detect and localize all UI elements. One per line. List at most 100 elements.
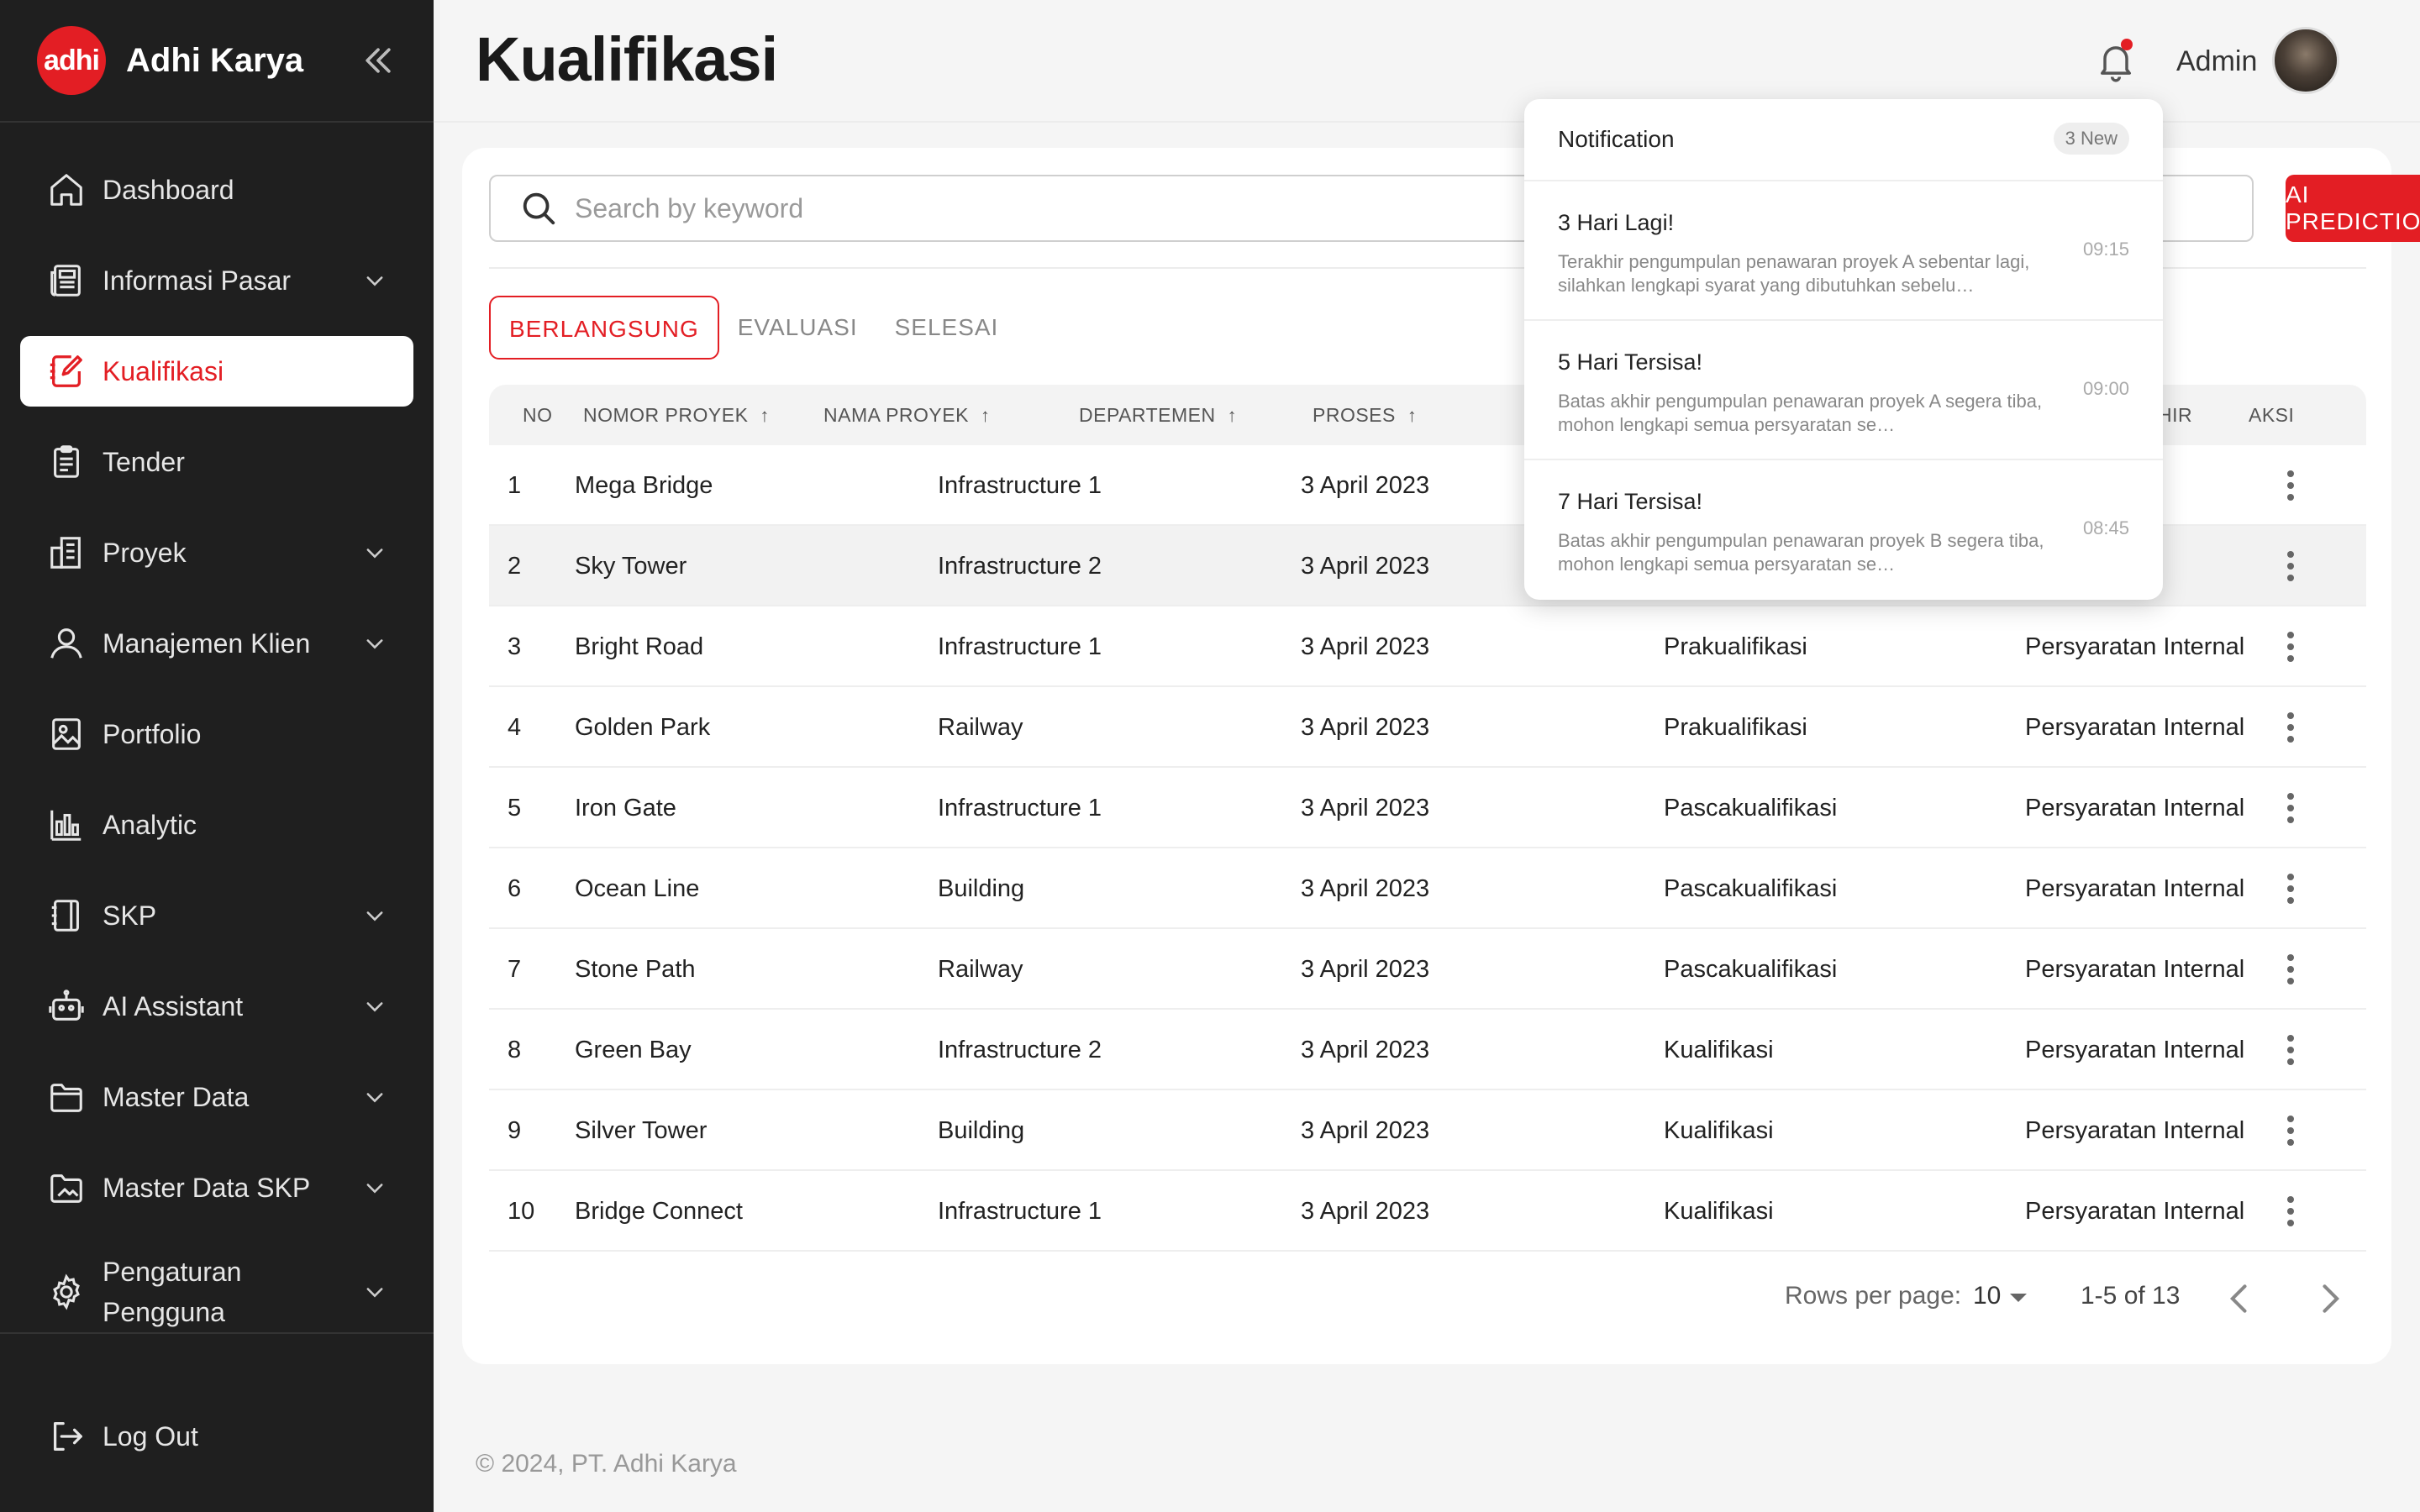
sidebar-item-skp[interactable]: SKP — [20, 880, 413, 951]
cell-nomor-proyek: Iron Gate — [575, 795, 676, 822]
tab-berlangsung[interactable]: BERLANGSUNG — [489, 296, 719, 360]
table-row[interactable]: 5 Iron Gate Infrastructure 1 3 April 2023 Pa… — [489, 768, 2366, 848]
notification-item[interactable]: 5 Hari Tersisa! Batas akhir pengumpulan … — [1524, 321, 2163, 460]
col-header-no: NO — [523, 385, 553, 445]
more-options-icon[interactable] — [2284, 954, 2297, 984]
table-row[interactable]: 7 Stone Path Railway 3 April 2023 Pascakuali… — [489, 929, 2366, 1010]
sidebar-item-dashboard[interactable]: Dashboard — [20, 155, 413, 225]
cell-persyaratan: Persyaratan Internal — [2025, 714, 2245, 741]
rows-per-page-label: Rows per page: — [1785, 1282, 1962, 1310]
table-row[interactable]: 3 Bright Road Infrastructure 1 3 April 2023… — [489, 606, 2366, 687]
more-options-icon[interactable] — [2284, 1116, 2297, 1146]
col-header-aksi: AKSI — [2249, 385, 2294, 445]
cell-departemen: 3 April 2023 — [1301, 553, 1430, 580]
sidebar-item-manajemen-klien[interactable]: Manajemen Klien — [20, 608, 413, 679]
cell-nama-proyek: Infrastructure 2 — [938, 1037, 1102, 1063]
cell-persyaratan: Persyaratan Internal — [2025, 633, 2245, 660]
notification-item[interactable]: 7 Hari Tersisa! Batas akhir pengumpulan … — [1524, 460, 2163, 600]
collapse-sidebar-icon[interactable] — [360, 42, 397, 79]
notification-item-title: 5 Hari Tersisa! — [1558, 349, 1703, 375]
sidebar-item-proyek[interactable]: Proyek — [20, 517, 413, 588]
notification-title: Notification — [1558, 126, 1675, 152]
sidebar-item-pengaturan-pengguna[interactable]: Pengaturan Pengguna — [20, 1243, 413, 1341]
rows-per-page-select[interactable]: 10 — [1973, 1282, 2001, 1310]
avatar[interactable] — [2272, 27, 2339, 94]
cell-persyaratan: Persyaratan Internal — [2025, 795, 2245, 822]
col-header-label: NAMA PROYEK — [823, 404, 969, 426]
clipboard-list-icon — [47, 443, 86, 481]
chevron-right-icon[interactable] — [2311, 1277, 2348, 1320]
col-header-nama-proyek[interactable]: NAMA PROYEK ↑ — [823, 385, 990, 445]
search-icon — [523, 192, 555, 225]
more-options-icon[interactable] — [2284, 1035, 2297, 1065]
sidebar-divider — [0, 1332, 434, 1334]
cell-proses: Kualifikasi — [1664, 1198, 1774, 1225]
col-header-proses[interactable]: PROSES ↑ — [1313, 385, 1417, 445]
cell-no: 9 — [508, 1117, 522, 1144]
notification-item[interactable]: 3 Hari Lagi! Terakhir pengumpulan penawa… — [1524, 181, 2163, 321]
sidebar-item-portfolio[interactable]: Portfolio — [20, 699, 413, 769]
chevron-down-icon — [366, 911, 383, 921]
image-icon — [47, 715, 86, 753]
more-options-icon[interactable] — [2284, 874, 2297, 904]
chevron-left-icon[interactable] — [2222, 1277, 2259, 1320]
table-row[interactable]: 9 Silver Tower Building 3 April 2023 Kualifi… — [489, 1090, 2366, 1171]
col-header-partial: HIR — [2158, 385, 2192, 445]
notification-dropdown: Notification 3 New 3 Hari Lagi! Terakhir… — [1524, 99, 2163, 600]
table-row[interactable]: 10 Bridge Connect Infrastructure 1 3 April … — [489, 1171, 2366, 1252]
cell-nama-proyek: Infrastructure 1 — [938, 472, 1102, 499]
cell-proses: Prakualifikasi — [1664, 633, 1807, 660]
cell-no: 4 — [508, 714, 522, 741]
ai-prediction-button[interactable]: AI PREDICTION — [2286, 175, 2420, 242]
cell-proses: Pascakualifikasi — [1664, 956, 1838, 983]
home-icon — [47, 171, 86, 209]
tab-selesai[interactable]: SELESAI — [876, 296, 1018, 360]
sidebar-item-kualifikasi[interactable]: Kualifikasi — [20, 336, 413, 407]
more-options-icon[interactable] — [2284, 470, 2297, 501]
notification-item-body: Batas akhir pengumpulan penawaran proyek… — [1558, 391, 2043, 435]
sidebar-item-master-data[interactable]: Master Data — [20, 1062, 413, 1132]
pagination-range: 1-5 of 13 — [2081, 1282, 2181, 1310]
cell-nomor-proyek: Ocean Line — [575, 875, 700, 902]
table-row[interactable]: 8 Green Bay Infrastructure 2 3 April 2023 Ku… — [489, 1010, 2366, 1090]
sort-arrow-icon: ↑ — [760, 405, 770, 426]
col-header-departemen[interactable]: DEPARTEMEN ↑ — [1079, 385, 1237, 445]
cell-persyaratan: Persyaratan Internal — [2025, 1037, 2245, 1063]
building-icon — [47, 533, 86, 572]
sidebar: adhi Adhi Karya Dashboard Informasi Pasa… — [0, 0, 434, 1512]
notification-item-body: Terakhir pengumpulan penawaran proyek A … — [1558, 251, 2030, 296]
cell-nama-proyek: Infrastructure 1 — [938, 1198, 1102, 1225]
cell-persyaratan: Persyaratan Internal — [2025, 1117, 2245, 1144]
more-options-icon[interactable] — [2284, 1196, 2297, 1226]
col-header-nomor-proyek[interactable]: NOMOR PROYEK ↑ — [583, 385, 770, 445]
more-options-icon[interactable] — [2284, 712, 2297, 743]
more-options-icon[interactable] — [2284, 632, 2297, 662]
sidebar-item-tender[interactable]: Tender — [20, 427, 413, 497]
brand-logo: adhi — [37, 26, 106, 95]
sidebar-item-master-data-skp[interactable]: Master Data SKP — [20, 1152, 413, 1223]
user-name[interactable]: Admin — [2176, 45, 2257, 78]
cell-no: 1 — [508, 472, 522, 499]
table-row[interactable]: 6 Ocean Line Building 3 April 2023 Pascakual… — [489, 848, 2366, 929]
cell-no: 5 — [508, 795, 522, 822]
sidebar-item-label: Proyek — [103, 537, 187, 568]
sidebar-item-analytic[interactable]: Analytic — [20, 790, 413, 860]
cell-departemen: 3 April 2023 — [1301, 1117, 1430, 1144]
cell-departemen: 3 April 2023 — [1301, 875, 1430, 902]
chevron-down-icon — [366, 549, 383, 559]
pagination: Rows per page: 10 1-5 of 13 — [462, 1265, 2391, 1332]
cell-departemen: 3 April 2023 — [1301, 1198, 1430, 1225]
logout-button[interactable]: Log Out — [20, 1401, 413, 1472]
more-options-icon[interactable] — [2284, 793, 2297, 823]
cell-proses: Kualifikasi — [1664, 1117, 1774, 1144]
sidebar-item-ai-assistant[interactable]: AI Assistant — [20, 971, 413, 1042]
cell-no: 3 — [508, 633, 522, 660]
cell-proses: Pascakualifikasi — [1664, 875, 1838, 902]
table-row[interactable]: 4 Golden Park Railway 3 April 2023 Prakualif… — [489, 687, 2366, 768]
sidebar-item-informasi-pasar[interactable]: Informasi Pasar — [20, 245, 413, 316]
more-options-icon[interactable] — [2284, 551, 2297, 581]
edit-note-icon — [47, 352, 86, 391]
dropdown-caret-icon[interactable] — [2010, 1294, 2027, 1302]
tab-evaluasi[interactable]: EVALUASI — [719, 296, 876, 360]
logout-icon — [47, 1417, 86, 1456]
